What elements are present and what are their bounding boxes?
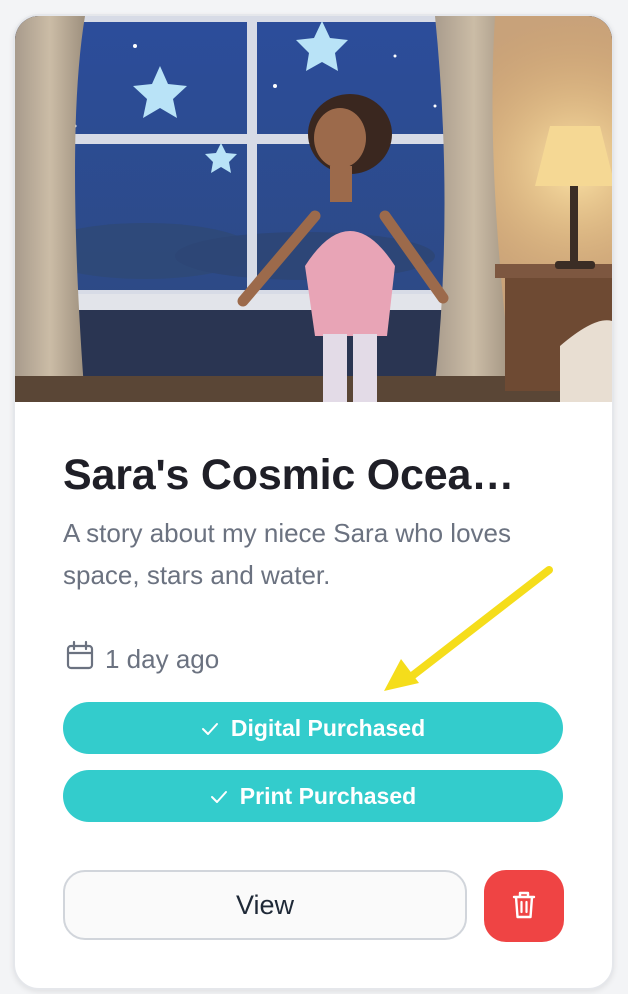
story-card: Sara's Cosmic Ocea… A story about my nie… (13, 14, 614, 990)
print-purchased-badge[interactable]: Print Purchased (63, 770, 563, 822)
delete-button[interactable] (484, 870, 564, 942)
story-card-body: Sara's Cosmic Ocea… A story about my nie… (63, 446, 567, 596)
story-date-text: 1 day ago (105, 643, 220, 674)
story-date: 1 day ago (65, 640, 220, 679)
digital-purchased-badge[interactable]: Digital Purchased (63, 702, 563, 754)
print-purchased-label: Print Purchased (239, 782, 417, 809)
story-cover-image (15, 16, 612, 402)
view-button[interactable]: View (63, 870, 467, 940)
story-description: A story about my niece Sara who loves sp… (63, 518, 512, 590)
check-icon (201, 715, 219, 742)
trash-icon (511, 890, 537, 923)
calendar-icon (65, 640, 95, 679)
check-icon (210, 783, 228, 810)
story-title: Sara's Cosmic Ocea… (63, 451, 514, 499)
digital-purchased-label: Digital Purchased (230, 714, 426, 741)
